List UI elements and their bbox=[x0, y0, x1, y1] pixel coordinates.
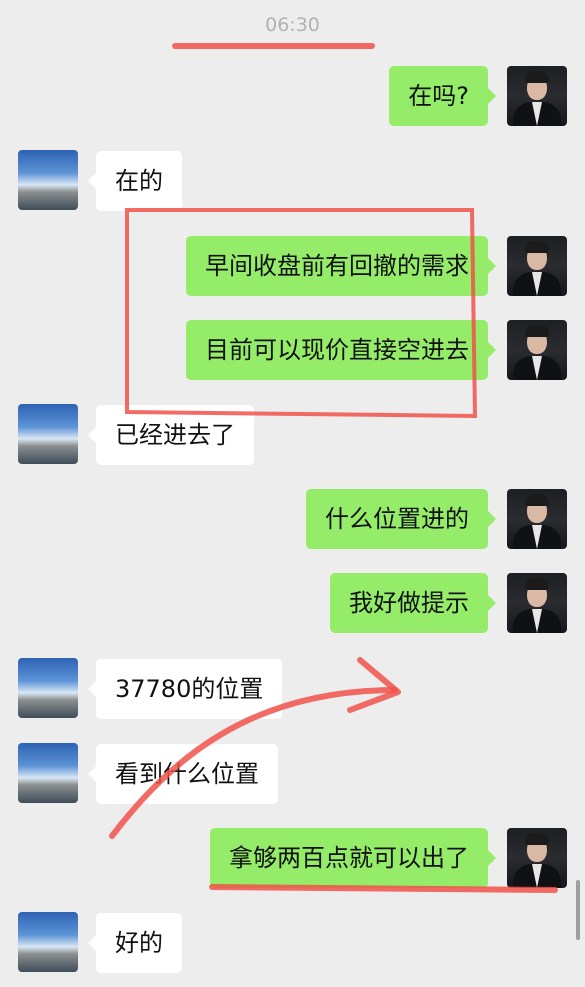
self-avatar-icon[interactable] bbox=[507, 66, 567, 126]
outgoing-message[interactable]: 拿够两百点就可以出了 bbox=[210, 828, 496, 888]
self-avatar-icon[interactable] bbox=[507, 489, 567, 549]
contact-avatar-icon[interactable] bbox=[18, 743, 78, 803]
scrollbar[interactable] bbox=[576, 880, 580, 940]
contact-avatar-icon[interactable] bbox=[18, 658, 78, 718]
self-avatar-icon[interactable] bbox=[507, 236, 567, 296]
outgoing-message[interactable]: 早间收盘前有回撤的需求 bbox=[186, 236, 496, 296]
contact-avatar-icon[interactable] bbox=[18, 150, 78, 210]
incoming-message[interactable]: 在的 bbox=[88, 151, 182, 211]
chat-window: 06:30 在吗? 在的 早间收盘前有回撤的需求 目前可以现价直接空进去 已经进… bbox=[0, 0, 585, 987]
outgoing-message[interactable]: 什么位置进的 bbox=[306, 489, 496, 549]
incoming-message[interactable]: 37780的位置 bbox=[87, 659, 283, 719]
self-avatar-icon[interactable] bbox=[507, 828, 567, 888]
message-timestamp: 06:30 bbox=[265, 14, 320, 36]
self-avatar-icon[interactable] bbox=[507, 573, 567, 633]
self-avatar-icon[interactable] bbox=[507, 320, 567, 380]
outgoing-message[interactable]: 在吗? bbox=[389, 66, 496, 126]
contact-avatar-icon[interactable] bbox=[18, 404, 78, 464]
arrow-head-annotation bbox=[347, 657, 401, 713]
outgoing-message[interactable]: 目前可以现价直接空进去 bbox=[186, 320, 496, 380]
incoming-message[interactable]: 好的 bbox=[88, 913, 182, 973]
contact-avatar-icon[interactable] bbox=[18, 912, 78, 972]
outgoing-message[interactable]: 我好做提示 bbox=[330, 573, 496, 633]
incoming-message[interactable]: 看到什么位置 bbox=[88, 744, 278, 804]
incoming-message[interactable]: 已经进去了 bbox=[88, 405, 254, 465]
